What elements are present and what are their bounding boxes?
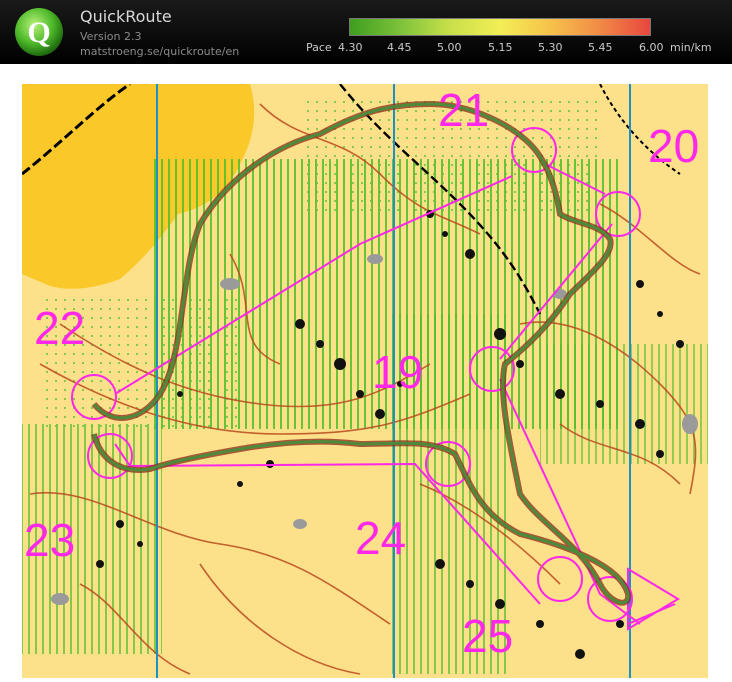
map-view[interactable]: 19 20 21 22 23 24 25	[0, 64, 732, 682]
pace-unit: min/km	[670, 41, 712, 54]
control-number-25: 25	[462, 610, 513, 662]
pace-tick: 4.45	[387, 41, 412, 54]
pace-tick: 6.00	[639, 41, 664, 54]
pace-tick: 4.30	[338, 41, 363, 54]
orienteering-map[interactable]: 19 20 21 22 23 24 25	[0, 64, 732, 682]
control-number-24: 24	[355, 512, 406, 564]
app-title: QuickRoute	[80, 7, 172, 26]
control-number-23: 23	[24, 514, 75, 566]
pace-color-scale	[349, 18, 651, 36]
pace-tick: 5.30	[538, 41, 563, 54]
app-header: Q QuickRoute Version 2.3 matstroeng.se/q…	[0, 0, 732, 64]
app-url[interactable]: matstroeng.se/quickroute/en	[80, 45, 239, 58]
map-terrain: 19 20 21 22 23 24 25	[22, 84, 708, 678]
control-number-22: 22	[34, 302, 85, 354]
control-number-21: 21	[438, 84, 489, 136]
pace-label: Pace	[306, 41, 332, 54]
control-number-19: 19	[372, 346, 423, 398]
control-number-20: 20	[648, 120, 699, 172]
pace-tick: 5.15	[488, 41, 513, 54]
pace-tick: 5.45	[588, 41, 613, 54]
quickroute-logo-icon: Q	[15, 8, 63, 56]
app-version: Version 2.3	[80, 30, 142, 43]
logo-letter: Q	[27, 16, 50, 49]
pace-tick: 5.00	[437, 41, 462, 54]
